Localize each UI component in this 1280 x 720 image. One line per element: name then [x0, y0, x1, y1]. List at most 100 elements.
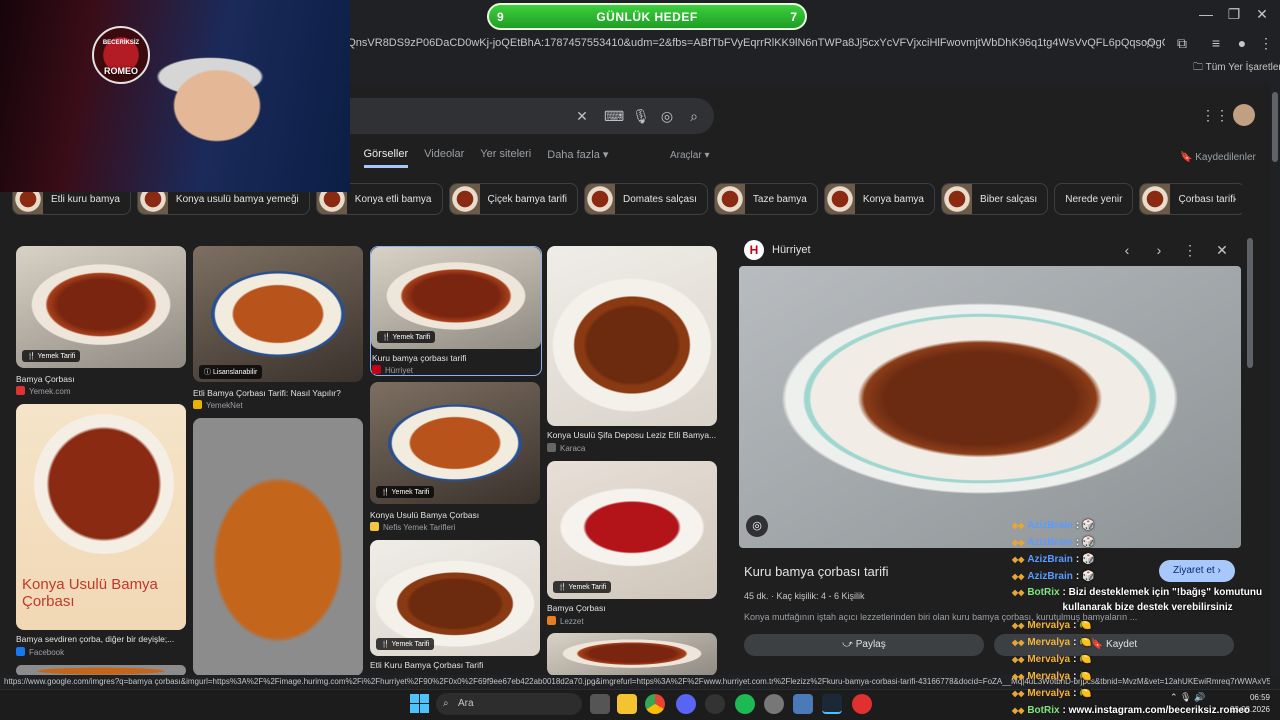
related-chip[interactable]: Biber salçası	[940, 183, 1049, 215]
related-chip[interactable]: Çorbası tarifi	[1139, 183, 1242, 215]
saved-button[interactable]: 🔖 Kaydedilenler	[1180, 152, 1256, 163]
app-icon[interactable]	[793, 694, 813, 714]
result-card[interactable]: 🍴 Yemek Tarifi Bamya Çorbası Lezzet	[547, 461, 717, 627]
result-source: Yemek.com	[29, 387, 71, 396]
prev-icon[interactable]: ‹	[1117, 240, 1137, 260]
media-control-icon[interactable]: ≡	[1206, 33, 1226, 53]
chip-thumbnail	[714, 184, 745, 214]
result-title[interactable]: Bamya sevdiren çorba, diğer bir deyişle;…	[16, 634, 186, 644]
chat-message: ◆◆ Mervalya: 🍋	[1012, 634, 1272, 651]
maximize-button[interactable]: ❐	[1224, 4, 1244, 24]
result-title[interactable]: Etli Kuru Bamya Çorbası Tarifi	[370, 660, 540, 670]
file-explorer-icon[interactable]	[617, 694, 637, 714]
bookmarks-folder[interactable]: 🗀 Tüm Yer İşaretleri	[1193, 60, 1280, 77]
chip-label: Konya bamya	[862, 193, 924, 205]
result-card[interactable]: Konya Usulü Şifa Deposu Leziz Etli Bamya…	[547, 246, 717, 453]
result-title[interactable]: Bamya Çorbası	[16, 374, 186, 384]
recipe-badge: 🍴 Yemek Tarifi	[376, 638, 435, 650]
chat-message: ◆◆ Mervalya: 🍋	[1012, 668, 1272, 685]
share-button[interactable]: ⤻ Paylaş	[744, 634, 984, 656]
result-card[interactable]	[193, 418, 363, 676]
chat-badge-icon: ◆◆	[1012, 538, 1025, 547]
extensions-icon[interactable]: ⧉	[1172, 33, 1192, 53]
related-chip[interactable]: Konya bamya	[823, 183, 935, 215]
chat-badge-icon: ◆◆	[1012, 521, 1025, 530]
related-chip[interactable]: Nerede yenir	[1054, 183, 1134, 215]
chip-thumbnail	[584, 184, 615, 214]
menu-icon[interactable]: ⋮	[1256, 33, 1276, 53]
result-title[interactable]: Etli Bamya Çorbası Tarifi: Nasıl Yapılır…	[193, 388, 363, 398]
chat-badge-icon: ◆◆	[1012, 588, 1025, 597]
tab-places[interactable]: Yer siteleri	[480, 148, 531, 168]
result-image[interactable]	[193, 246, 363, 382]
related-chip[interactable]: Domates salçası	[583, 183, 708, 215]
app-icon[interactable]	[852, 694, 872, 714]
keyboard-icon[interactable]: ⌨	[604, 106, 624, 126]
result-image[interactable]	[547, 246, 717, 426]
result-card[interactable]	[547, 633, 717, 676]
bookmark-star-icon[interactable]: ☆	[1140, 33, 1160, 53]
more-options-icon[interactable]: ⋮	[1180, 240, 1200, 260]
taskbar-search[interactable]: ⌕ Ara	[436, 693, 582, 715]
related-chip[interactable]: Çiçek bamya tarifi	[448, 183, 578, 215]
site-favicon	[370, 522, 379, 531]
obs-icon[interactable]	[764, 694, 784, 714]
related-chip[interactable]: Taze bamya	[713, 183, 818, 215]
profile-avatar[interactable]: ●	[1232, 33, 1252, 53]
site-favicon	[547, 616, 556, 625]
result-card[interactable]: ⓘ Lisanslanabilir Etli Bamya Çorbası Tar…	[193, 246, 363, 411]
minimize-button[interactable]: —	[1196, 4, 1216, 24]
detail-source[interactable]: Hürriyet	[772, 244, 811, 256]
result-card-selected[interactable]: 🍴 Yemek Tarifi Kuru bamya çorbası tarifi…	[370, 246, 542, 376]
search-box[interactable]: ✕ ⌨ 🎙 ◎ ⌕	[340, 98, 714, 134]
result-card[interactable]: Konya Usulü Bamya Çorbası Bamya sevdiren…	[16, 404, 186, 658]
steam-icon[interactable]	[822, 694, 842, 714]
result-source: YemekNet	[206, 401, 243, 410]
next-icon[interactable]: ›	[1149, 240, 1169, 260]
tab-more[interactable]: Daha fazla ▾	[547, 148, 608, 168]
search-icon[interactable]: ⌕	[684, 106, 704, 126]
spotify-icon[interactable]	[735, 694, 755, 714]
clear-icon[interactable]: ✕	[572, 106, 592, 126]
lens-icon[interactable]: ◎	[657, 106, 677, 126]
detail-scrollbar-thumb[interactable]	[1247, 238, 1253, 368]
detail-image[interactable]	[739, 266, 1241, 548]
result-card[interactable]: 🍴 Yemek Tarifi Bamya Çorbası Yemek.com	[16, 246, 186, 396]
detail-title[interactable]: Kuru bamya çorbası tarifi	[744, 564, 889, 579]
site-favicon	[547, 443, 556, 452]
result-title[interactable]: Konya Usulü Şifa Deposu Leziz Etli Bamya…	[547, 430, 717, 440]
result-title[interactable]: Kuru bamya çorbası tarifi	[372, 353, 542, 363]
task-view-icon[interactable]	[590, 694, 610, 714]
tab-videos[interactable]: Videolar	[424, 148, 464, 168]
chat-text: : 🍋	[1073, 671, 1092, 682]
page-scrollbar-thumb[interactable]	[1272, 92, 1278, 162]
app-icon[interactable]	[705, 694, 725, 714]
discord-icon[interactable]	[676, 694, 696, 714]
chip-thumbnail	[1140, 184, 1171, 214]
result-image[interactable]	[547, 633, 717, 676]
close-icon[interactable]: ✕	[1212, 240, 1232, 260]
tools-button[interactable]: Araçlar ▾	[670, 150, 709, 161]
chat-text: : 🍋	[1073, 637, 1092, 648]
result-title[interactable]: Bamya Çorbası	[547, 603, 717, 613]
chrome-icon[interactable]	[645, 694, 665, 714]
chat-message: ◆◆ AzizBrain: 🎲	[1012, 534, 1272, 551]
result-image[interactable]	[193, 418, 363, 676]
chat-message: ◆◆ Mervalya: 🍋	[1012, 617, 1272, 634]
result-card[interactable]: 🍴 Yemek Tarifi Etli Kuru Bamya Çorbası T…	[370, 540, 540, 676]
apps-grid-icon[interactable]: ⋮⋮	[1201, 105, 1229, 125]
result-image[interactable]: Konya Usulü Bamya Çorbası	[16, 404, 186, 630]
chat-message: ◆◆ AzizBrain: 🎲	[1012, 517, 1272, 534]
result-title[interactable]: Konya Usulü Bamya Çorbası	[370, 510, 540, 520]
chat-text: : 🎲	[1075, 554, 1095, 565]
lens-search-icon[interactable]: ◎	[746, 515, 768, 537]
address-bar[interactable]: oeQnsVR8DS9zP06DaCD0wKj-joQEtBhA:1787457…	[335, 31, 1165, 55]
result-image[interactable]	[547, 461, 717, 599]
windows-start-icon[interactable]	[410, 694, 430, 714]
account-avatar[interactable]	[1233, 104, 1255, 126]
microphone-icon[interactable]: 🎙	[631, 106, 651, 126]
chevron-right-icon[interactable]: ›	[1232, 190, 1237, 206]
result-card[interactable]: 🍴 Yemek Tarifi Konya Usulü Bamya Çorbası…	[370, 382, 540, 532]
tab-images[interactable]: Görseller	[363, 148, 409, 168]
close-button[interactable]: ✕	[1252, 4, 1272, 24]
